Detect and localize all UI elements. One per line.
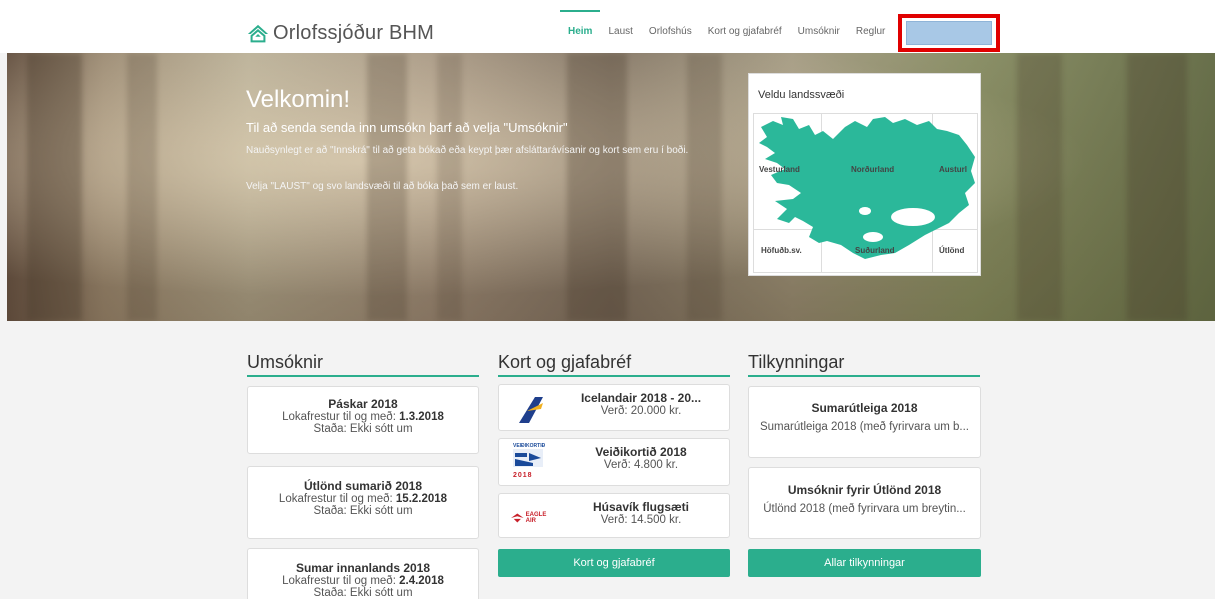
nav-laust[interactable]: Laust [600, 10, 640, 53]
glacier-shape [891, 208, 935, 226]
umsoknir-section: Umsóknir [247, 352, 479, 377]
gift-price: Verð: 4.800 kr. [603, 459, 679, 471]
hero-paragraph-laust: Velja "LAUST" og svo landsvæði til að bó… [246, 181, 519, 192]
tilkynningar-heading: Tilkynningar [748, 352, 980, 377]
gift-card-husavik[interactable]: EAGLE AIR Húsavík flugsæti Verð: 14.500 … [498, 493, 730, 538]
application-deadline: Lokafrestur til og með: 1.3.2018 [282, 411, 444, 423]
application-title: Sumar innanlands 2018 [295, 561, 431, 575]
nav-orlofshus[interactable]: Orlofshús [641, 10, 700, 53]
gift-price: Verð: 20.000 kr. [600, 405, 682, 417]
allar-tilkynningar-button[interactable]: Allar tilkynningar [748, 549, 981, 577]
kort-heading: Kort og gjafabréf [498, 352, 730, 377]
region-nordurland[interactable]: Norðurland [851, 165, 894, 174]
background-tree [1017, 53, 1062, 321]
login-button[interactable] [906, 21, 992, 45]
region-map-card: Veldu landssvæði Vesturland Norðurland A… [748, 73, 981, 276]
highlighted-login-area [898, 14, 1000, 52]
map-title: Veldu landssvæði [758, 89, 845, 101]
application-title: Páskar 2018 [328, 397, 398, 411]
hero-banner: Velkomin! Til að senda senda inn umsókn … [7, 53, 1215, 321]
iceland-map: Vesturland Norðurland Austurl Höfuðb.sv.… [753, 113, 978, 273]
region-utlond[interactable]: Útlönd [939, 246, 964, 255]
region-vesturland[interactable]: Vesturland [759, 165, 800, 174]
fish-icon [513, 449, 543, 467]
gift-text: Veiðikortið 2018 Verð: 4.800 kr. [559, 445, 723, 471]
announcement-text: Sumarútleiga 2018 (með fyrirvara um b... [759, 421, 969, 433]
application-status: Staða: Ekki sótt um [313, 505, 413, 517]
hero-paragraph-login: Nauðsynlegt er að "Innskrá" til að geta … [246, 145, 689, 156]
eagle-air-logo-text: EAGLE AIR [525, 512, 547, 524]
region-sudurland[interactable]: Suðurland [855, 246, 895, 255]
gift-text: Húsavík flugsæti Verð: 14.500 kr. [559, 500, 723, 526]
gift-text: Icelandair 2018 - 20... Verð: 20.000 kr. [559, 391, 723, 417]
brand-name: Orlofssjóður BHM [273, 22, 435, 44]
announcement-card[interactable]: Umsóknir fyrir Útlönd 2018 Útlönd 2018 (… [748, 467, 981, 539]
background-tree [127, 53, 157, 321]
nav-reglur[interactable]: Reglur [848, 10, 893, 53]
application-card[interactable]: Sumar innanlands 2018 Lokafrestur til og… [247, 548, 479, 599]
gift-card-icelandair[interactable]: Icelandair 2018 - 20... Verð: 20.000 kr. [498, 384, 730, 431]
top-header: Orlofssjóður BHM Heim Laust Orlofshús Ko… [0, 0, 1215, 53]
eagle-icon [511, 513, 524, 523]
gift-title: Veiðikortið 2018 [595, 445, 687, 459]
background-tree [27, 53, 82, 321]
home-logo-icon [247, 24, 269, 42]
eagle-air-logo-icon: EAGLE AIR [511, 502, 555, 534]
gift-title: Húsavík flugsæti [592, 500, 690, 514]
nav-heim[interactable]: Heim [560, 10, 601, 53]
application-status: Staða: Ekki sótt um [313, 587, 413, 599]
kort-og-gjafabref-button[interactable]: Kort og gjafabréf [498, 549, 730, 577]
application-card[interactable]: Útlönd sumarið 2018 Lokafrestur til og m… [247, 466, 479, 539]
gift-card-veidikortid[interactable]: VEIÐIKORTIÐ 2018 Veiðikortið 2018 Verð: … [498, 438, 730, 486]
hero-title: Velkomin! [246, 86, 351, 113]
background-tree [1127, 53, 1187, 321]
application-status: Staða: Ekki sótt um [313, 423, 413, 435]
application-title: Útlönd sumarið 2018 [303, 479, 423, 493]
gift-title: Icelandair 2018 - 20... [580, 391, 702, 405]
veidikortid-year: 2018 [513, 472, 533, 479]
announcement-card[interactable]: Sumarútleiga 2018 Sumarútleiga 2018 (með… [748, 386, 981, 458]
region-hofudb[interactable]: Höfuðb.sv. [761, 246, 802, 255]
site-logo[interactable]: Orlofssjóður BHM [247, 22, 434, 45]
application-deadline: Lokafrestur til og með: 2.4.2018 [282, 575, 444, 587]
announcement-title: Umsóknir fyrir Útlönd 2018 [787, 483, 942, 497]
gift-price: Verð: 14.500 kr. [600, 514, 682, 526]
veidikortid-logo-icon: VEIÐIKORTIÐ 2018 [513, 443, 549, 479]
announcement-text: Útlönd 2018 (með fyrirvara um breytin... [763, 503, 966, 515]
umsoknir-heading: Umsóknir [247, 352, 479, 377]
region-austurland[interactable]: Austurl [939, 165, 967, 174]
nav-umsoknir[interactable]: Umsóknir [790, 10, 848, 53]
nav-kort-og-gjafabref[interactable]: Kort og gjafabréf [700, 10, 790, 53]
icelandair-logo-icon [519, 397, 543, 423]
application-deadline: Lokafrestur til og með: 15.2.2018 [278, 493, 448, 505]
kort-section: Kort og gjafabréf [498, 352, 730, 377]
hero-subtitle: Til að senda senda inn umsókn þarf að ve… [246, 120, 568, 135]
main-nav: Heim Laust Orlofshús Kort og gjafabréf U… [560, 10, 893, 53]
announcement-title: Sumarútleiga 2018 [811, 401, 918, 415]
application-card[interactable]: Páskar 2018 Lokafrestur til og með: 1.3.… [247, 386, 479, 454]
tilkynningar-section: Tilkynningar [748, 352, 980, 377]
